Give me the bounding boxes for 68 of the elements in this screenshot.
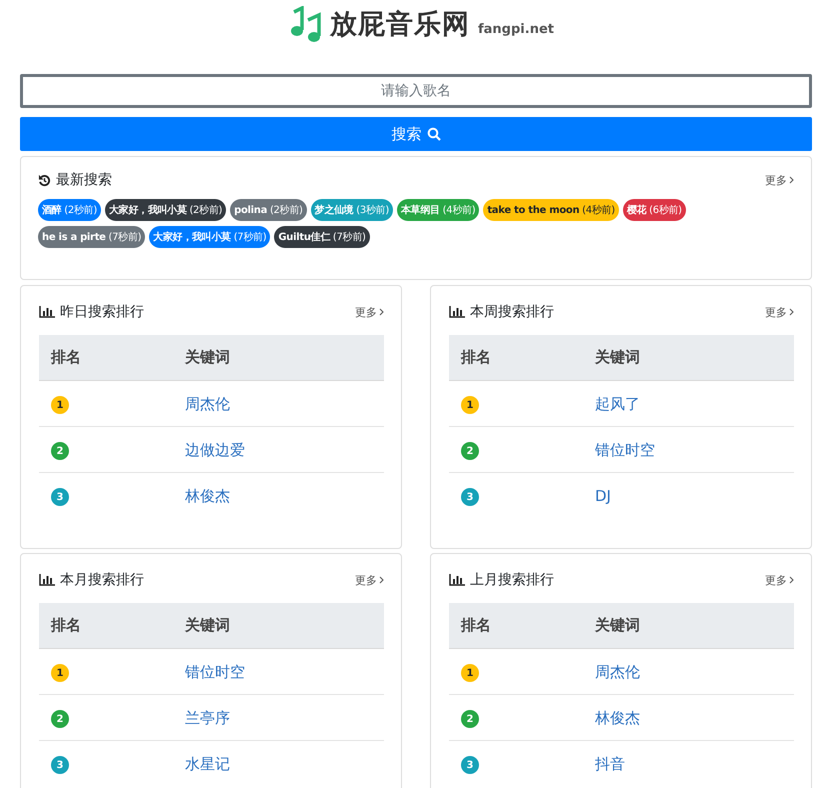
keyword-link[interactable]: 错位时空: [595, 440, 655, 458]
more-link[interactable]: 更多: [355, 572, 384, 588]
card-title: 本周搜索排行: [470, 303, 554, 321]
search-tag[interactable]: Guiltu佳仁 (7秒前): [274, 226, 370, 248]
card-title: 最新搜索: [56, 171, 112, 189]
rank-badge: 2: [461, 442, 479, 460]
keyword-link[interactable]: 兰亭序: [185, 708, 230, 726]
keyword-link[interactable]: 边做边爱: [185, 440, 245, 458]
history-icon: [38, 174, 51, 186]
column-header: 排名: [461, 348, 492, 367]
rank-badge: 1: [51, 664, 69, 682]
more-link[interactable]: 更多: [765, 572, 794, 588]
site-domain: fangpi.net: [478, 22, 554, 36]
bar-chart-icon: [449, 306, 465, 318]
search-tag[interactable]: take to the moon (4秒前): [483, 199, 619, 221]
column-header: 排名: [51, 348, 82, 367]
search-tag[interactable]: 樱花 (6秒前): [622, 199, 686, 221]
keyword-link[interactable]: DJ: [595, 487, 611, 505]
keyword-link[interactable]: 周杰伦: [595, 662, 640, 680]
more-link[interactable]: 更多: [765, 172, 794, 188]
search-tag[interactable]: 本草纲目 (4秒前): [396, 199, 480, 221]
column-header: 排名: [51, 616, 82, 635]
bar-chart-icon: [39, 574, 55, 586]
bar-chart-icon: [39, 306, 55, 318]
search-tag[interactable]: polina (2秒前): [230, 199, 307, 221]
more-link[interactable]: 更多: [765, 304, 794, 320]
rank-badge: 1: [461, 664, 479, 682]
rank-badge: 3: [51, 756, 69, 774]
chevron-right-icon: [379, 576, 384, 584]
search-tag[interactable]: 大家好，我叫小莫 (2秒前): [104, 199, 226, 221]
rank-badge: 2: [461, 710, 479, 728]
rank-badge: 2: [51, 710, 69, 728]
rank-badge: 3: [461, 756, 479, 774]
search-tag[interactable]: he is a pirte (7秒前): [38, 226, 146, 248]
music-note-logo-icon: [288, 6, 322, 42]
rank-badge: 3: [461, 488, 479, 506]
keyword-link[interactable]: 林俊杰: [595, 708, 640, 726]
column-header: 关键词: [595, 616, 641, 635]
column-header: 关键词: [185, 348, 231, 367]
keyword-link[interactable]: 抖音: [595, 754, 625, 772]
card-title: 上月搜索排行: [470, 571, 554, 589]
chevron-right-icon: [789, 176, 794, 184]
search-tag[interactable]: 大家好，我叫小莫 (7秒前): [149, 226, 270, 248]
column-header: 关键词: [185, 616, 231, 635]
chevron-right-icon: [789, 308, 794, 316]
keyword-link[interactable]: 周杰伦: [185, 394, 230, 412]
search-tag[interactable]: 梦之仙境 (3秒前): [310, 199, 393, 221]
bar-chart-icon: [449, 574, 465, 586]
keyword-link[interactable]: 错位时空: [185, 662, 245, 680]
keyword-link[interactable]: 起风了: [595, 394, 640, 412]
keyword-link[interactable]: 林俊杰: [185, 486, 230, 504]
search-field[interactable]: 请输入歌名: [20, 74, 812, 108]
column-header: 关键词: [595, 348, 641, 367]
rank-badge: 2: [51, 442, 69, 460]
search-tag[interactable]: 酒醉 (2秒前): [38, 199, 101, 221]
keyword-link[interactable]: 水星记: [185, 754, 230, 772]
chevron-right-icon: [789, 576, 794, 584]
chevron-right-icon: [379, 308, 384, 316]
site-name: 放屁音乐网: [330, 8, 470, 42]
rank-badge: 1: [461, 396, 479, 414]
rank-badge: 1: [51, 396, 69, 414]
search-icon: [426, 127, 440, 141]
more-link[interactable]: 更多: [355, 304, 384, 320]
rank-badge: 3: [51, 488, 69, 506]
card-title: 本月搜索排行: [60, 571, 144, 589]
column-header: 排名: [461, 616, 492, 635]
card-title: 昨日搜索排行: [60, 303, 144, 321]
search-button[interactable]: 搜索: [20, 117, 812, 151]
